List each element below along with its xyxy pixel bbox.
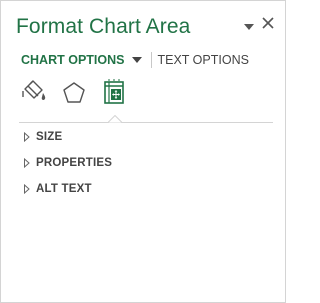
section-properties-label: PROPERTIES [36, 157, 113, 169]
section-properties[interactable]: PROPERTIES [23, 155, 112, 171]
chevron-right-icon [24, 184, 30, 194]
chevron-right-icon [24, 132, 30, 142]
section-size[interactable]: SIZE [23, 129, 62, 145]
tab-separator [151, 52, 153, 68]
pane-title: Format Chart Area [16, 15, 191, 38]
close-icon [262, 17, 274, 29]
section-alt-text[interactable]: ALT TEXT [23, 181, 92, 197]
tab-text-options[interactable]: TEXT OPTIONS [157, 53, 248, 67]
size-properties-icon [104, 79, 124, 104]
fill-line-icon [22, 80, 46, 101]
format-chart-area-pane: Format Chart Area CHART OPTIONS TEXT OPT… [0, 0, 286, 303]
tab-chart-options-label: CHART OPTIONS [21, 53, 125, 67]
pane-options-button[interactable] [244, 18, 254, 30]
chevron-right-icon [24, 158, 30, 168]
chevron-down-icon [132, 57, 143, 63]
tab-divider [19, 122, 273, 123]
close-pane-button[interactable] [260, 15, 276, 31]
fill-line-tab[interactable] [19, 79, 49, 107]
options-tabs: CHART OPTIONS TEXT OPTIONS [21, 52, 249, 68]
tab-chart-options[interactable]: CHART OPTIONS [21, 53, 143, 67]
effects-tab[interactable] [59, 79, 89, 107]
chevron-down-icon [244, 24, 254, 30]
section-size-label: SIZE [36, 131, 63, 143]
selected-tab-pointer [108, 115, 122, 123]
section-alt-text-label: ALT TEXT [36, 183, 92, 195]
size-properties-tab[interactable] [99, 79, 129, 107]
effects-icon [63, 82, 85, 103]
